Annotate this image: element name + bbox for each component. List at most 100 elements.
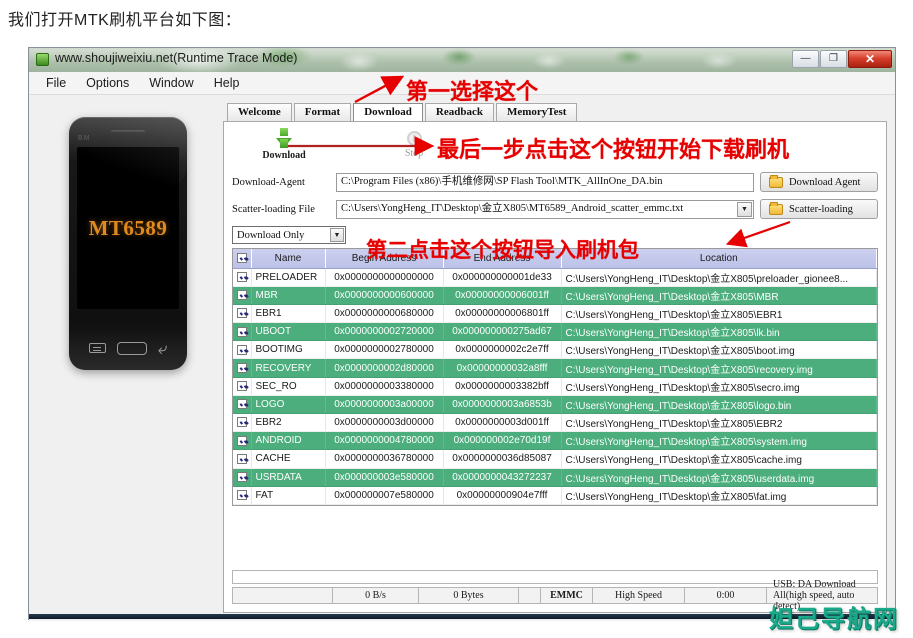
cell-name: MBR [251, 286, 326, 305]
site-watermark: 妲己导航网 [769, 605, 899, 633]
chevron-down-icon[interactable]: ▼ [330, 228, 344, 242]
table-row[interactable]: ANDROID 0x0000000004780000 0x000000002e70d… [233, 431, 877, 451]
row-checkbox-cell[interactable] [233, 340, 252, 360]
row-checkbox-cell[interactable] [233, 268, 252, 287]
close-button[interactable]: ✕ [848, 50, 892, 68]
checkbox-icon[interactable] [236, 308, 247, 319]
cell-begin-address: 0x0000000002780000 [325, 340, 444, 360]
cell-begin-address: 0x0000000003d00000 [325, 413, 444, 433]
menu-item-file[interactable]: File [37, 74, 75, 92]
cell-end-address: 0x00000000006001ff [443, 286, 562, 305]
checkbox-icon[interactable] [236, 453, 247, 464]
scatter-loading-button[interactable]: Scatter-loading [760, 199, 878, 219]
cell-end-address: 0x0000000036d85087 [443, 449, 562, 469]
tab-welcome[interactable]: Welcome [227, 103, 292, 121]
phone-speaker [111, 130, 145, 133]
annotation-last-step: 最后一步点击这个按钮开始下载刷机 [437, 137, 790, 162]
table-row[interactable]: CACHE 0x0000000036780000 0x0000000036d8508… [233, 449, 877, 469]
cell-location: C:\Users\YongHeng_IT\Desktop\金立X805\lk.b… [561, 322, 877, 342]
row-checkbox-cell[interactable] [233, 304, 252, 324]
checkbox-icon[interactable] [236, 435, 247, 446]
download-agent-button-label: Download Agent [789, 176, 861, 188]
window-titlebar: www.shoujiweixiu.net(Runtime Trace Mode)… [29, 48, 895, 72]
status-blank-left [233, 588, 333, 603]
cell-end-address: 0x000000000275ad67 [443, 322, 562, 342]
download-agent-button[interactable]: Download Agent [760, 172, 878, 192]
partition-table-body: PRELOADER 0x0000000000000000 0x00000000000… [233, 268, 877, 505]
download-button[interactable]: Download [254, 128, 314, 161]
cell-begin-address: 0x0000000036780000 [325, 449, 444, 469]
scatter-loading-label: Scatter-loading File [232, 203, 315, 215]
chevron-down-icon[interactable]: ▼ [737, 201, 752, 217]
cell-begin-address: 0x0000000002720000 [325, 322, 444, 342]
checkbox-icon[interactable] [236, 381, 247, 392]
table-row[interactable]: FAT 0x000000007e580000 0x00000000904e7fff C… [233, 486, 877, 505]
table-row[interactable]: BOOTIMG 0x0000000002780000 0x0000000002c2e… [233, 340, 877, 360]
checkbox-icon[interactable] [236, 490, 247, 501]
status-bytes: 0 Bytes [419, 588, 519, 603]
checkbox-icon[interactable] [236, 399, 247, 410]
download-agent-input[interactable]: C:\Program Files (x86)\手机维修网\SP Flash To… [336, 172, 754, 192]
cell-name: SEC_RO [251, 377, 326, 396]
table-row[interactable]: UBOOT 0x0000000002720000 0x000000000275ad6… [233, 322, 877, 342]
maximize-button[interactable]: ❐ [820, 50, 847, 68]
menu-item-window[interactable]: Window [140, 74, 202, 92]
tab-download[interactable]: Download [353, 103, 423, 121]
cell-name: CACHE [251, 449, 326, 469]
phone-hardware-keys: ⤷ [69, 336, 187, 360]
menu-item-options[interactable]: Options [77, 74, 138, 92]
checkbox-icon[interactable] [236, 326, 247, 337]
checkbox-icon[interactable] [236, 344, 247, 355]
stop-button[interactable]: Stop [384, 128, 444, 159]
status-speed: 0 B/s [333, 588, 419, 603]
row-checkbox-cell[interactable] [233, 486, 252, 505]
row-checkbox-cell[interactable] [233, 431, 252, 451]
stop-button-label: Stop [404, 148, 424, 159]
table-row[interactable]: RECOVERY 0x0000000002d80000 0x00000000032a… [233, 358, 877, 378]
minimize-button[interactable]: — [792, 50, 819, 68]
row-checkbox-cell[interactable] [233, 449, 252, 469]
checkbox-icon[interactable] [236, 417, 247, 428]
checkbox-icon[interactable] [236, 253, 247, 264]
cell-begin-address: 0x000000003e580000 [325, 468, 444, 487]
download-button-label: Download [262, 150, 306, 161]
cell-name: UBOOT [251, 322, 326, 342]
row-checkbox-cell[interactable] [233, 358, 252, 378]
table-row[interactable]: SEC_RO 0x0000000003380000 0x0000000003382b… [233, 377, 877, 396]
folder-icon [769, 201, 783, 215]
select-all-header[interactable] [233, 249, 252, 269]
checkbox-icon[interactable] [236, 290, 247, 301]
cell-name: BOOTIMG [251, 340, 326, 360]
cell-location: C:\Users\YongHeng_IT\Desktop\金立X805\secr… [561, 377, 877, 396]
cell-end-address: 0x0000000003382bff [443, 377, 562, 396]
checkbox-icon[interactable] [236, 472, 247, 483]
tab-format[interactable]: Format [293, 103, 352, 121]
folder-icon [769, 174, 783, 188]
cell-begin-address: 0x0000000002d80000 [325, 358, 444, 378]
menu-item-help[interactable]: Help [205, 74, 249, 92]
scatter-loading-input[interactable]: C:\Users\YongHeng_IT\Desktop\金立X805\MT65… [336, 199, 754, 219]
window-body: BM MT6589 ⤷ Welcome Format Download Read… [29, 95, 895, 621]
checkbox-icon[interactable] [236, 271, 247, 282]
cell-location: C:\Users\YongHeng_IT\Desktop\金立X805\MBR [561, 286, 877, 305]
table-row[interactable]: MBR 0x0000000000600000 0x00000000006001ff C… [233, 286, 877, 305]
row-checkbox-cell[interactable] [233, 413, 252, 433]
row-checkbox-cell[interactable] [233, 286, 252, 305]
cell-begin-address: 0x0000000000680000 [325, 304, 444, 324]
table-row[interactable]: LOGO 0x0000000003a00000 0x0000000003a6853b… [233, 395, 877, 415]
table-row[interactable]: EBR1 0x0000000000680000 0x00000000006801ff… [233, 304, 877, 324]
row-checkbox-cell[interactable] [233, 377, 252, 396]
cell-location: C:\Users\YongHeng_IT\Desktop\金立X805\user… [561, 468, 877, 487]
checkbox-icon[interactable] [236, 362, 247, 373]
table-row[interactable]: EBR2 0x0000000003d00000 0x0000000003d001ff… [233, 413, 877, 433]
scatter-loading-row: Scatter-loading File C:\Users\YongHeng_I… [232, 199, 878, 219]
row-checkbox-cell[interactable] [233, 395, 252, 415]
download-mode-select[interactable]: Download Only ▼ [232, 226, 346, 244]
main-content: Welcome Format Download Readback MemoryT… [221, 95, 895, 621]
row-checkbox-cell[interactable] [233, 468, 252, 487]
row-checkbox-cell[interactable] [233, 322, 252, 342]
table-row[interactable]: PRELOADER 0x0000000000000000 0x00000000000… [233, 268, 877, 287]
table-row[interactable]: USRDATA 0x000000003e580000 0x0000000043272… [233, 468, 877, 487]
stop-icon [406, 131, 422, 146]
back-key-icon: ⤷ [157, 338, 168, 358]
